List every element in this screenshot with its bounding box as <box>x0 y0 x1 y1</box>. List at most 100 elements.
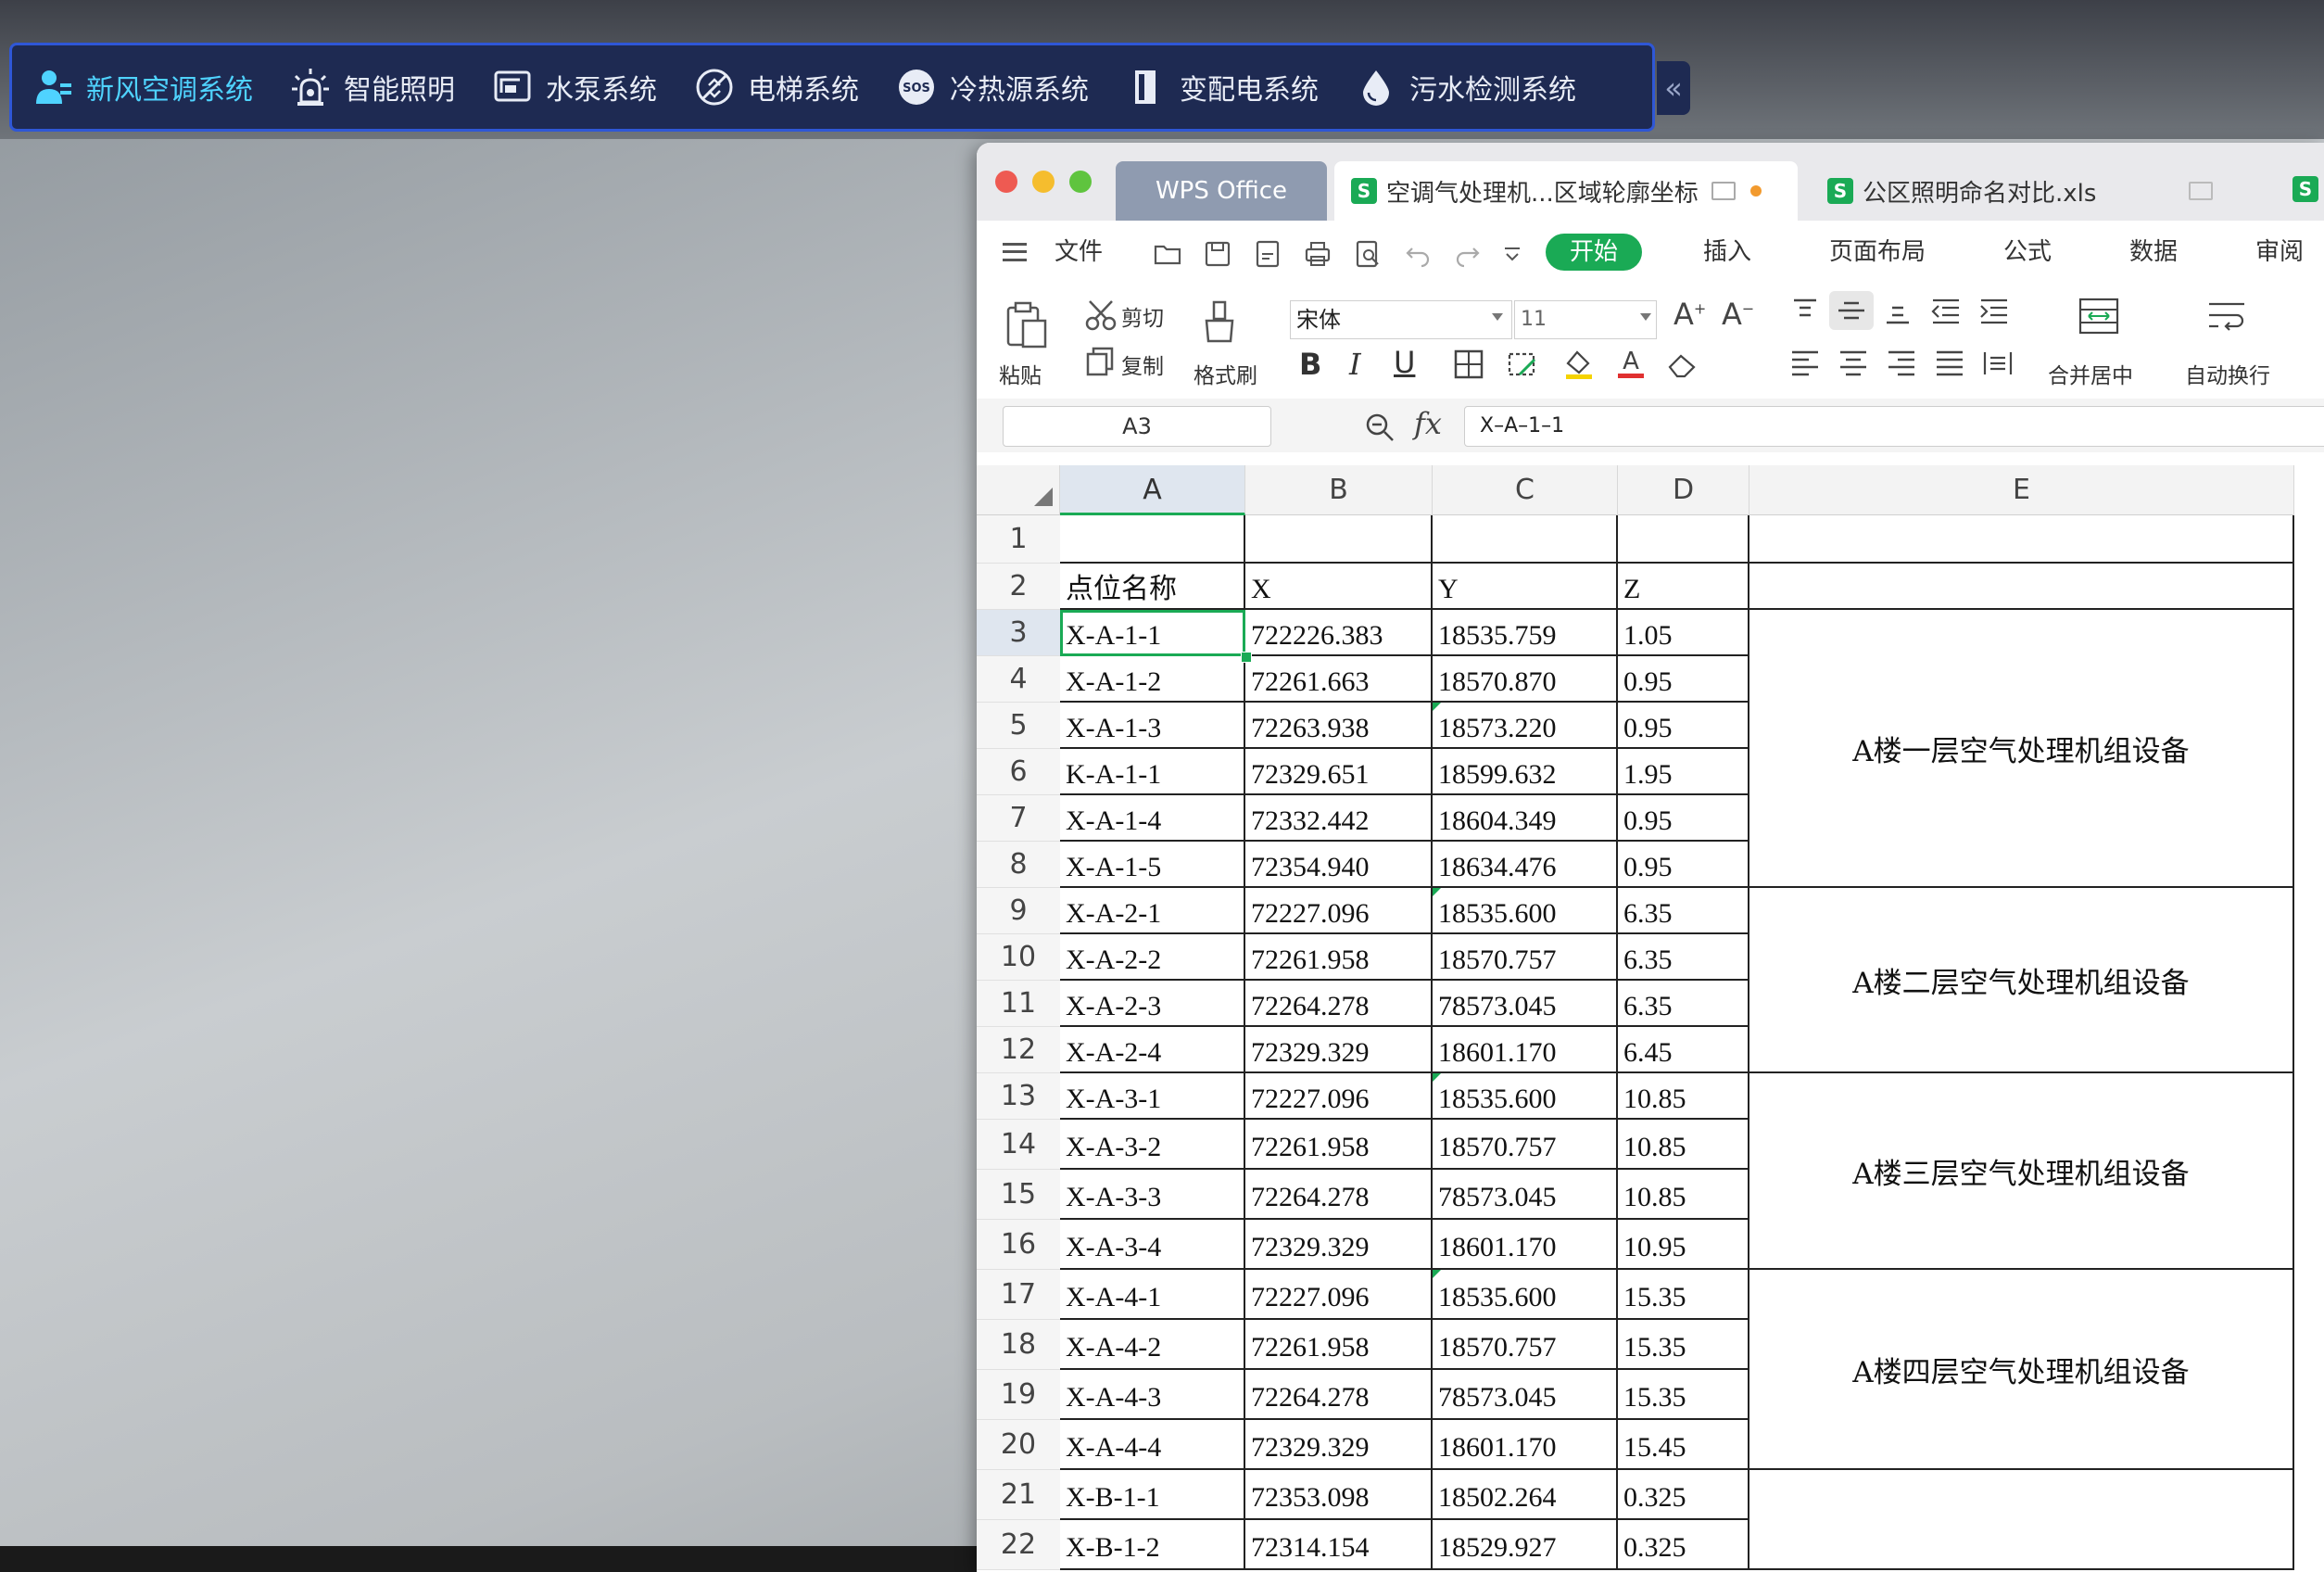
menu-insert[interactable]: 插入 <box>1703 234 1751 271</box>
copy-button[interactable]: 复制 <box>1121 349 1164 380</box>
cell-a5[interactable]: X-A-1-3 <box>1060 703 1245 749</box>
cell-a9[interactable]: X-A-2-1 <box>1060 888 1245 934</box>
cell-a16[interactable]: X-A-3-4 <box>1060 1220 1245 1270</box>
open-folder-icon[interactable] <box>1153 239 1182 269</box>
cell-c13[interactable]: 18535.600 <box>1433 1073 1618 1120</box>
align-center-icon[interactable] <box>1837 349 1870 378</box>
cell-d17[interactable]: 15.35 <box>1618 1270 1749 1320</box>
hamburger-menu-icon[interactable] <box>1003 243 1027 261</box>
cell-a14[interactable]: X-A-3-2 <box>1060 1120 1245 1170</box>
align-middle-icon[interactable] <box>1829 291 1874 330</box>
format-painter-button[interactable]: 格式刷 <box>1194 358 1257 389</box>
cell-c6[interactable]: 18599.632 <box>1433 749 1618 795</box>
cell-d12[interactable]: 6.45 <box>1618 1027 1749 1073</box>
cell-a22[interactable]: X-B-1-2 <box>1060 1520 1245 1570</box>
row-header[interactable]: 9 <box>977 888 1060 934</box>
merge-center-button[interactable]: 合并居中 <box>2048 358 2133 389</box>
cell-a13[interactable]: X-A-3-1 <box>1060 1073 1245 1120</box>
nav-item-sewage-detection[interactable]: 污水检测系统 <box>1356 43 1576 132</box>
merge-center-icon[interactable] <box>2078 297 2120 336</box>
tab-sheet-lighting-names[interactable]: S 公区照明命名对比.xls <box>1811 161 2292 221</box>
cell-b6[interactable]: 72329.651 <box>1245 749 1433 795</box>
cell-d7[interactable]: 0.95 <box>1618 795 1749 842</box>
minimize-window-button[interactable] <box>1032 171 1055 193</box>
cell-c8[interactable]: 18634.476 <box>1433 842 1618 888</box>
cell-b15[interactable]: 72264.278 <box>1245 1170 1433 1220</box>
cell-b17[interactable]: 72227.096 <box>1245 1270 1433 1320</box>
cell-d16[interactable]: 10.95 <box>1618 1220 1749 1270</box>
cell-d9[interactable]: 6.35 <box>1618 888 1749 934</box>
paste-button[interactable]: 粘贴 <box>999 358 1042 389</box>
row-header[interactable]: 10 <box>977 934 1060 981</box>
row-header[interactable]: 19 <box>977 1370 1060 1420</box>
row-header[interactable]: 3 <box>977 610 1060 656</box>
row-header[interactable]: 5 <box>977 703 1060 749</box>
nav-item-fresh-air-ac[interactable]: 新风空调系统 <box>32 43 253 132</box>
merged-cell-e13[interactable]: A楼三层空气处理机组设备 <box>1749 1073 2294 1270</box>
cell-a17[interactable]: X-A-4-1 <box>1060 1270 1245 1320</box>
cell-b5[interactable]: 72263.938 <box>1245 703 1433 749</box>
cut-button[interactable]: 剪切 <box>1121 300 1164 332</box>
nav-item-elevator[interactable]: 电梯系统 <box>694 43 859 132</box>
cell-d10[interactable]: 6.35 <box>1618 934 1749 981</box>
cell-a1[interactable] <box>1060 515 1245 564</box>
cell-b8[interactable]: 72354.940 <box>1245 842 1433 888</box>
cell-d20[interactable]: 15.45 <box>1618 1420 1749 1470</box>
cell-c1[interactable] <box>1433 515 1618 564</box>
cell-d5[interactable]: 0.95 <box>1618 703 1749 749</box>
italic-button[interactable]: I <box>1349 347 1361 382</box>
row-header[interactable]: 13 <box>977 1073 1060 1120</box>
cell-b20[interactable]: 72329.329 <box>1245 1420 1433 1470</box>
cell-b19[interactable]: 72264.278 <box>1245 1370 1433 1420</box>
zoom-search-icon[interactable] <box>1364 412 1396 443</box>
merged-cell-e9[interactable]: A楼二层空气处理机组设备 <box>1749 888 2294 1073</box>
column-header-b[interactable]: B <box>1245 465 1433 515</box>
cell-a4[interactable]: X-A-1-2 <box>1060 656 1245 703</box>
cell-b7[interactable]: 72332.442 <box>1245 795 1433 842</box>
cell-d22[interactable]: 0.325 <box>1618 1520 1749 1570</box>
column-header-d[interactable]: D <box>1618 465 1749 515</box>
cell-d4[interactable]: 0.95 <box>1618 656 1749 703</box>
cell-c17[interactable]: 18535.600 <box>1433 1270 1618 1320</box>
row-header[interactable]: 15 <box>977 1170 1060 1220</box>
cell-c2[interactable]: Y <box>1433 564 1618 610</box>
row-header[interactable]: 12 <box>977 1027 1060 1073</box>
cell-b2[interactable]: X <box>1245 564 1433 610</box>
merged-cell-e17[interactable]: A楼四层空气处理机组设备 <box>1749 1270 2294 1470</box>
maximize-window-button[interactable] <box>1069 171 1092 193</box>
cell-a10[interactable]: X-A-2-2 <box>1060 934 1245 981</box>
scissors-icon[interactable] <box>1084 298 1118 332</box>
row-header[interactable]: 17 <box>977 1270 1060 1320</box>
row-header[interactable]: 14 <box>977 1120 1060 1170</box>
merged-cell-e3[interactable]: A楼一层空气处理机组设备 <box>1749 610 2294 888</box>
fx-button[interactable]: fx <box>1414 406 1442 441</box>
copy-icon[interactable] <box>1084 345 1118 378</box>
align-bottom-icon[interactable] <box>1881 297 1914 324</box>
menu-file[interactable]: 文件 <box>1055 234 1103 271</box>
cell-d2[interactable]: Z <box>1618 564 1749 610</box>
underline-button[interactable]: U <box>1394 345 1415 380</box>
cell-c5[interactable]: 18573.220 <box>1433 703 1618 749</box>
cell-d19[interactable]: 15.35 <box>1618 1370 1749 1420</box>
bold-button[interactable]: B <box>1299 347 1321 382</box>
align-top-icon[interactable] <box>1788 297 1822 324</box>
clear-format-icon[interactable] <box>1666 349 1699 380</box>
format-painter-icon[interactable] <box>1201 300 1238 345</box>
menu-start[interactable]: 开始 <box>1546 234 1643 271</box>
cell-c22[interactable]: 18529.927 <box>1433 1520 1618 1570</box>
menu-data[interactable]: 数据 <box>2129 234 2178 271</box>
cell-b16[interactable]: 72329.329 <box>1245 1220 1433 1270</box>
row-header[interactable]: 8 <box>977 842 1060 888</box>
cell-a3[interactable]: X-A-1-1 <box>1060 610 1245 656</box>
column-header-e[interactable]: E <box>1749 465 2294 515</box>
cell-b22[interactable]: 72314.154 <box>1245 1520 1433 1570</box>
cell-c9[interactable]: 18535.600 <box>1433 888 1618 934</box>
menu-review[interactable]: 审阅 <box>2255 234 2304 271</box>
print-preview-icon[interactable] <box>1353 239 1383 269</box>
tab-sheet-ahu-coordinates[interactable]: S 空调气处理机...区域轮廓坐标 <box>1334 161 1798 221</box>
customize-dropdown-icon[interactable] <box>1497 239 1527 269</box>
cell-c10[interactable]: 18570.757 <box>1433 934 1618 981</box>
collapse-nav-button[interactable]: « <box>1657 61 1690 115</box>
formula-input[interactable]: X–A–1–1 <box>1464 406 2324 447</box>
cell-a12[interactable]: X-A-2-4 <box>1060 1027 1245 1073</box>
